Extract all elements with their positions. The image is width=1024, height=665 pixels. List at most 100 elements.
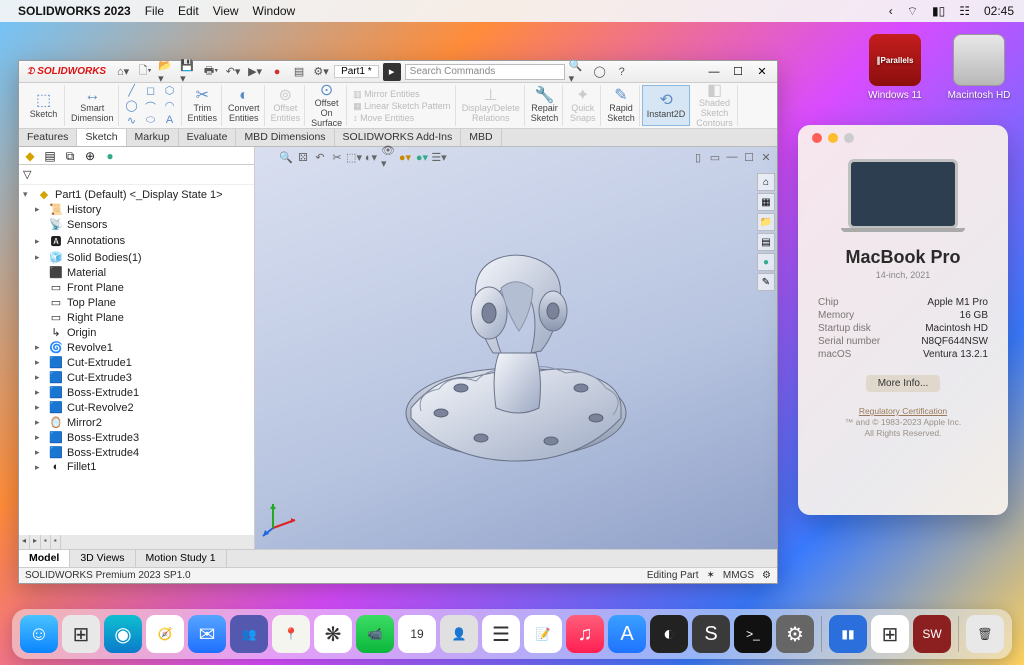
menubar-clock[interactable]: 02:45	[984, 4, 1014, 18]
feature-manager-tab-icon[interactable]: ◆	[22, 148, 38, 164]
btab-motion[interactable]: Motion Study 1	[136, 550, 227, 567]
dock-mail-icon[interactable]: ✉	[188, 615, 226, 653]
tab-evaluate[interactable]: Evaluate	[179, 129, 237, 146]
close-icon[interactable]	[812, 133, 822, 143]
window-minimize-icon[interactable]: —	[703, 63, 725, 81]
shaded-contours-button[interactable]: ◧Shaded Sketch Contours	[692, 85, 738, 126]
menu-edit[interactable]: Edit	[178, 4, 199, 18]
offset-on-surface-button[interactable]: ⊙Offset On Surface	[307, 85, 347, 126]
tab-mbd-dimensions[interactable]: MBD Dimensions	[236, 129, 334, 146]
viewport-tile2-icon[interactable]: ▭	[708, 150, 722, 164]
regulatory-link[interactable]: Regulatory Certification	[859, 406, 947, 416]
tree-root[interactable]: ▾◆Part1 (Default) <_Display State 1>	[23, 187, 252, 202]
save-icon[interactable]: 💾▾	[180, 63, 198, 81]
new-icon[interactable]: 🗋▾	[136, 63, 154, 81]
wifi-icon[interactable]: ⌔	[907, 4, 918, 19]
dock-facetime-icon[interactable]: 📹	[356, 615, 394, 653]
menu-file[interactable]: File	[145, 4, 164, 18]
viewport-close-icon[interactable]: ✕	[759, 150, 773, 164]
taskpane-appearances-icon[interactable]: ●	[757, 253, 775, 271]
dock-edge-icon[interactable]: ◉	[104, 615, 142, 653]
dock-safari-icon[interactable]: 🧭	[146, 615, 184, 653]
dock-win11-icon[interactable]: ⊞	[871, 615, 909, 653]
help-icon[interactable]: ?	[613, 63, 631, 81]
minimize-icon[interactable]	[828, 133, 838, 143]
dock-github-icon[interactable]: ◐	[650, 615, 688, 653]
taskpane-file-explorer-icon[interactable]: 📁	[757, 213, 775, 231]
dock-calendar-icon[interactable]: 19	[398, 615, 436, 653]
dock-photos-icon[interactable]: ❋	[314, 615, 352, 653]
dock-parallels-icon[interactable]: ▮▮	[829, 615, 867, 653]
menubar-app-name[interactable]: SOLIDWORKS 2023	[18, 4, 131, 18]
dock-trash-icon[interactable]: 🗑	[966, 615, 1004, 653]
smart-dimension-button[interactable]: ↔Smart Dimension	[67, 85, 119, 126]
trim-entities-button[interactable]: ✂Trim Entities	[184, 85, 223, 126]
view-triad-icon[interactable]	[261, 498, 301, 543]
taskpane-design-lib-icon[interactable]: ▦	[757, 193, 775, 211]
status-gear-icon[interactable]: ⚙	[762, 570, 771, 581]
tab-features[interactable]: Features	[19, 129, 77, 146]
quick-snaps-button[interactable]: ✦Quick Snaps	[565, 85, 601, 126]
window-maximize-icon[interactable]: ☐	[727, 63, 749, 81]
dock-contacts-icon[interactable]: 👤	[440, 615, 478, 653]
tree-item[interactable]: ▸◐Fillet1	[23, 460, 252, 474]
rapid-sketch-button[interactable]: ✎Rapid Sketch	[603, 85, 640, 126]
status-units[interactable]: MMGS	[723, 570, 754, 581]
btab-3dviews[interactable]: 3D Views	[70, 550, 135, 567]
rebuild-icon[interactable]: ●	[268, 63, 286, 81]
tree-item[interactable]: 📡Sensors	[23, 217, 252, 232]
viewport-max-icon[interactable]: ☐	[742, 150, 756, 164]
battery-icon[interactable]: ▮▯	[932, 4, 945, 18]
section-view-icon[interactable]: ✂	[330, 150, 344, 164]
control-center-icon[interactable]: ☷	[959, 4, 970, 18]
tree-item[interactable]: ▸🟦Boss-Extrude4	[23, 445, 252, 460]
graphics-viewport[interactable]: ⌂ ▦ 📁 ▤ ● ✎	[255, 147, 777, 549]
viewport-min-icon[interactable]: —	[725, 150, 739, 164]
display-manager-tab-icon[interactable]: ●	[102, 148, 118, 164]
zoom-fit-icon[interactable]: 🔍	[279, 150, 293, 164]
home-icon[interactable]: ⌂▾	[114, 63, 132, 81]
tree-item[interactable]: ▭Top Plane	[23, 295, 252, 310]
open-icon[interactable]: 📂▾	[158, 63, 176, 81]
scene-icon[interactable]: ●▾	[415, 150, 429, 164]
dock-sublime-icon[interactable]: S	[692, 615, 730, 653]
tree-item[interactable]: ▸🌀Revolve1	[23, 340, 252, 355]
menu-window[interactable]: Window	[253, 4, 296, 18]
print-icon[interactable]: 🖶▾	[202, 63, 220, 81]
tree-item[interactable]: ▸🟦Cut-Extrude1	[23, 355, 252, 370]
tree-item[interactable]: ▸🟦Boss-Extrude3	[23, 430, 252, 445]
tree-item[interactable]: ▸🟦Boss-Extrude1	[23, 385, 252, 400]
tree-item[interactable]: ▸🟦Cut-Revolve2	[23, 400, 252, 415]
display-delete-relations-button[interactable]: ⊥Display/Delete Relations	[458, 85, 525, 126]
taskpane-view-palette-icon[interactable]: ▤	[757, 233, 775, 251]
menu-view[interactable]: View	[213, 4, 239, 18]
tree-item[interactable]: ▭Right Plane	[23, 310, 252, 325]
dock-teams-icon[interactable]: 👥	[230, 615, 268, 653]
status-icon[interactable]: ✶	[707, 570, 715, 581]
undo-icon[interactable]: ↶▾	[224, 63, 242, 81]
taskpane-home-icon[interactable]: ⌂	[757, 173, 775, 191]
settings-gear-icon[interactable]: ⚙▾	[312, 63, 330, 81]
config-manager-tab-icon[interactable]: ⧉	[62, 148, 78, 164]
tab-markup[interactable]: Markup	[127, 129, 179, 146]
tree-item[interactable]: ▸🧊Solid Bodies(1)	[23, 250, 252, 265]
dimxpert-tab-icon[interactable]: ⊕	[82, 148, 98, 164]
command-icon[interactable]: ▸	[383, 63, 401, 81]
dock-finder-icon[interactable]: ☺	[20, 615, 58, 653]
offset-entities-button[interactable]: ⊚Offset Entities	[267, 85, 306, 126]
filter-icon[interactable]: ▽	[19, 165, 254, 185]
tree-item[interactable]: ▸🟦Cut-Extrude3	[23, 370, 252, 385]
display-style-icon[interactable]: ◐▾	[364, 150, 378, 164]
select-icon[interactable]: ▶▾	[246, 63, 264, 81]
tab-mbd[interactable]: MBD	[461, 129, 501, 146]
desktop-icon-macintosh-hd[interactable]: Macintosh HD	[942, 34, 1016, 101]
btab-model[interactable]: Model	[19, 550, 70, 567]
prev-view-icon[interactable]: ↶	[313, 150, 327, 164]
chevron-left-icon[interactable]: ‹	[889, 4, 893, 18]
dock-solidworks-icon[interactable]: SW	[913, 615, 951, 653]
property-manager-tab-icon[interactable]: ▤	[42, 148, 58, 164]
search-commands-input[interactable]: Search Commands	[405, 64, 565, 80]
window-close-icon[interactable]: ✕	[751, 63, 773, 81]
tree-item[interactable]: ⬛Material	[23, 265, 252, 280]
tab-addins[interactable]: SOLIDWORKS Add-Ins	[335, 129, 462, 146]
